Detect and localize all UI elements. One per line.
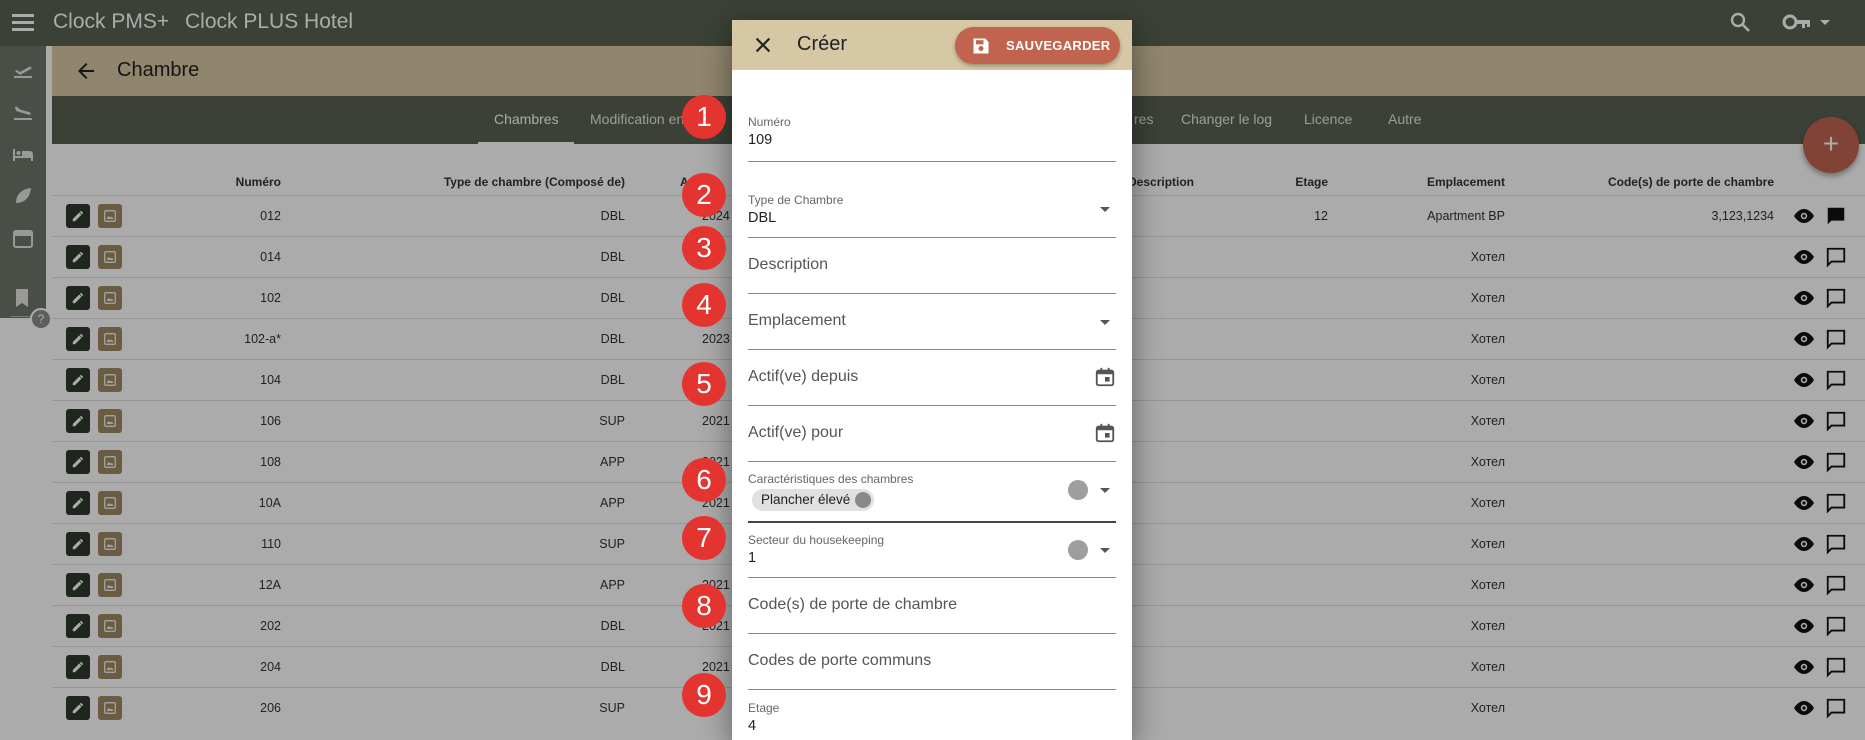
annotation-badge: 5 <box>682 362 726 406</box>
chevron-down-icon[interactable] <box>1100 548 1110 553</box>
chevron-down-icon[interactable] <box>1100 320 1110 325</box>
room-type-select[interactable]: Type de Chambre DBL <box>748 162 1116 238</box>
floor-field[interactable]: Etage 4 <box>748 690 1116 740</box>
calendar-icon[interactable] <box>1094 422 1116 444</box>
annotation-badge: 4 <box>682 283 726 327</box>
door-codes-placeholder: Code(s) de porte de chambre <box>748 596 957 613</box>
door-codes-field[interactable]: Code(s) de porte de chambre <box>748 578 1116 634</box>
create-room-dialog: Créer SAUVEGARDER Numéro 109 Type de Cha… <box>732 20 1132 740</box>
feature-chip[interactable]: Plancher élevé <box>752 489 875 511</box>
room-type-label: Type de Chambre <box>748 193 844 207</box>
common-door-codes-field[interactable]: Codes de porte communs <box>748 634 1116 690</box>
floor-value[interactable]: 4 <box>748 718 756 734</box>
description-placeholder: Description <box>748 256 829 273</box>
numero-label: Numéro <box>748 115 791 129</box>
annotation-badge: 8 <box>682 584 726 628</box>
save-button[interactable]: SAUVEGARDER <box>955 27 1120 64</box>
clear-icon[interactable] <box>1068 540 1088 560</box>
active-for-date-field[interactable]: Actif(ve) pour <box>748 406 1116 462</box>
close-icon[interactable] <box>752 34 774 56</box>
active-since-date-field[interactable]: Actif(ve) depuis <box>748 350 1116 406</box>
chip-remove-icon[interactable] <box>855 492 872 508</box>
emplacement-placeholder: Emplacement <box>748 312 846 329</box>
dialog-header: Créer SAUVEGARDER <box>732 20 1132 70</box>
calendar-icon[interactable] <box>1094 366 1116 388</box>
numero-field[interactable]: Numéro 109 <box>748 98 1116 162</box>
save-button-label: SAUVEGARDER <box>1006 38 1111 53</box>
chevron-down-icon[interactable] <box>1100 207 1110 212</box>
numero-value[interactable]: 109 <box>748 132 772 148</box>
active-for-placeholder: Actif(ve) pour <box>748 424 844 441</box>
annotation-badge: 1 <box>682 95 726 139</box>
annotation-badge: 2 <box>682 173 726 217</box>
save-icon <box>973 38 989 54</box>
emplacement-select[interactable]: Emplacement <box>748 294 1116 350</box>
annotation-badge: 7 <box>682 516 726 560</box>
floor-label: Etage <box>748 701 780 715</box>
room-features-select[interactable]: Caractéristiques des chambres Plancher é… <box>748 462 1116 523</box>
annotation-badge: 3 <box>682 226 726 270</box>
active-since-placeholder: Actif(ve) depuis <box>748 368 859 385</box>
room-features-label: Caractéristiques des chambres <box>748 472 914 486</box>
clear-icon[interactable] <box>1068 480 1088 500</box>
dialog-title: Créer <box>797 33 848 55</box>
common-door-codes-placeholder: Codes de porte communs <box>748 652 932 669</box>
housekeeping-sector-value[interactable]: 1 <box>748 550 756 566</box>
description-field[interactable]: Description <box>748 238 1116 294</box>
housekeeping-sector-select[interactable]: Secteur du housekeeping 1 <box>748 523 1116 578</box>
feature-chip-label: Plancher élevé <box>761 492 851 507</box>
annotation-badge: 6 <box>682 458 726 502</box>
housekeeping-sector-label: Secteur du housekeeping <box>748 533 885 547</box>
annotation-badge: 9 <box>682 673 726 717</box>
chevron-down-icon[interactable] <box>1100 488 1110 493</box>
room-type-value[interactable]: DBL <box>748 210 776 226</box>
